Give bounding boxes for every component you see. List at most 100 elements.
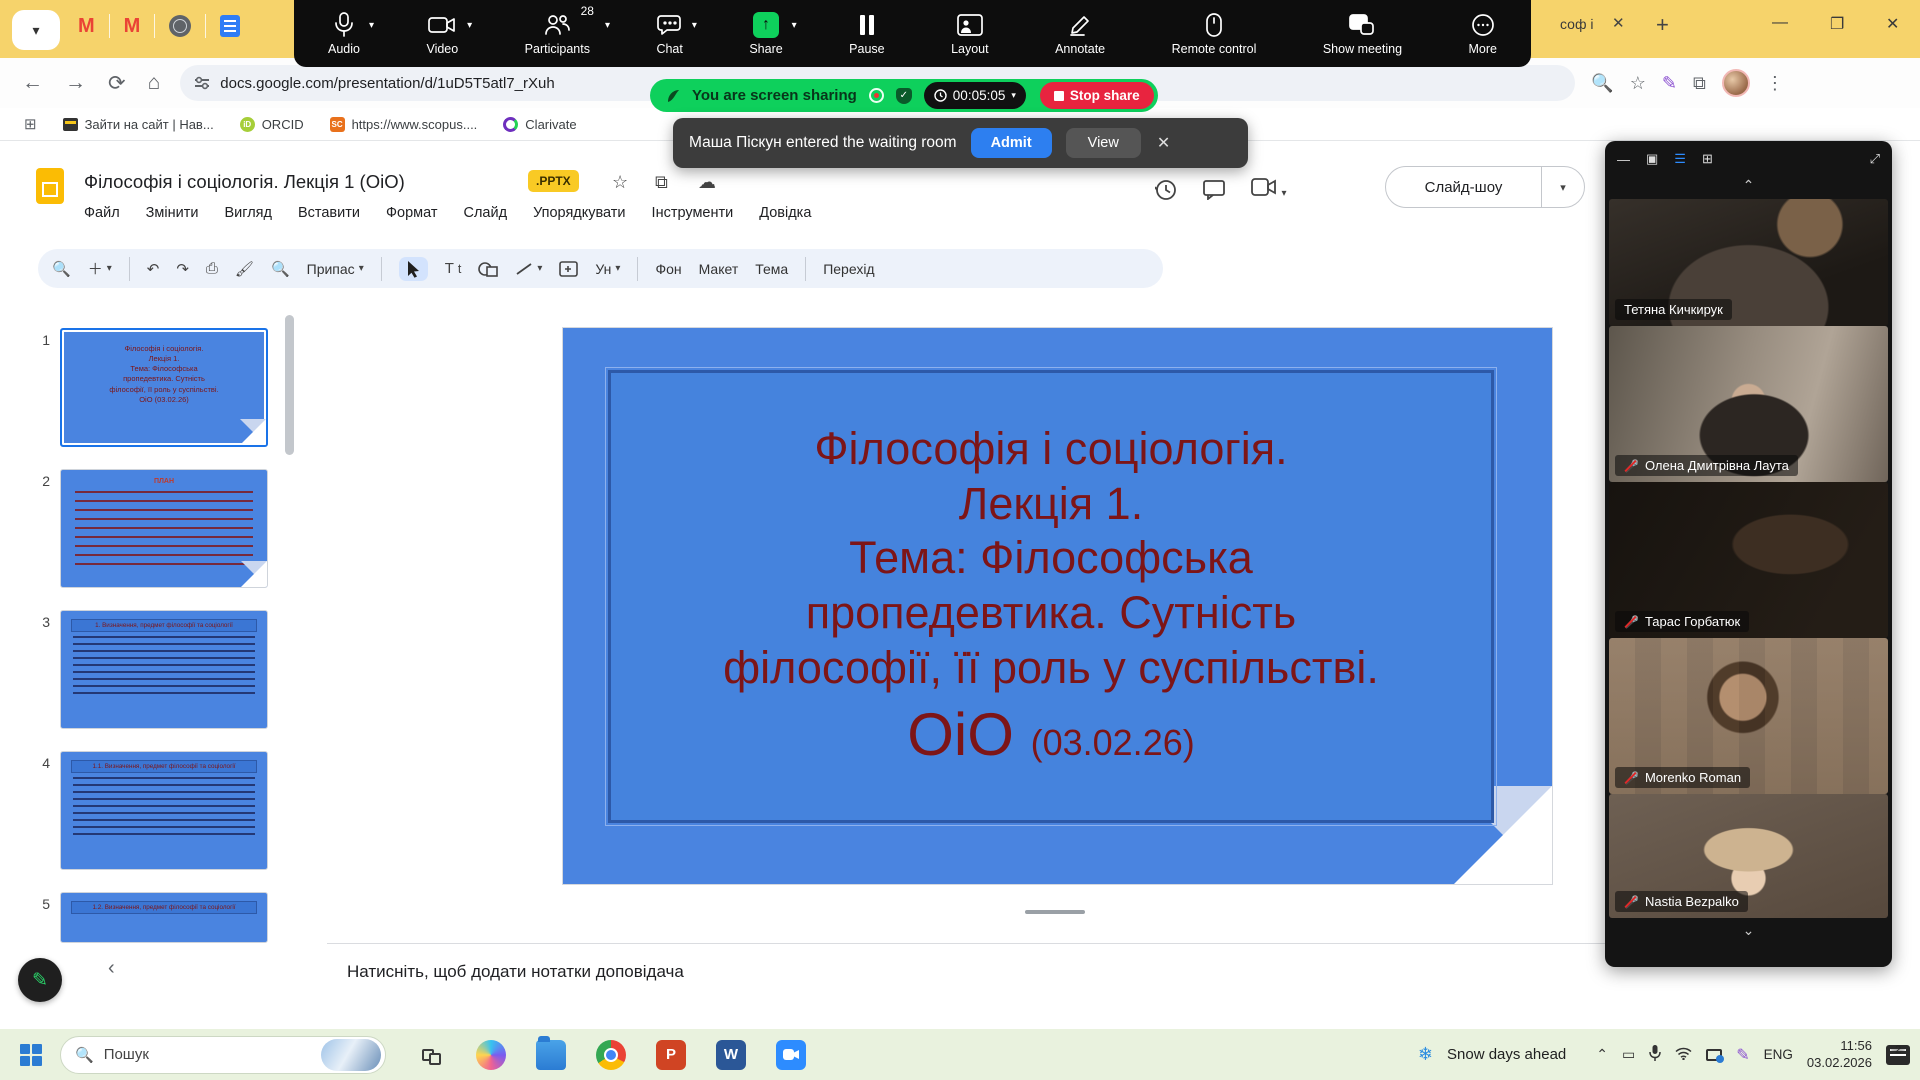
speaker-notes-bar[interactable]: Натисніть, щоб додати нотатки доповідача (327, 943, 1797, 999)
home-icon[interactable]: ⌂ (148, 71, 161, 95)
menu-view[interactable]: Вигляд (224, 205, 272, 221)
chevron-down-icon[interactable]: ▾ (792, 20, 797, 31)
slide-thumbnail-5[interactable]: 1.2. Визначення, предмет філософії та со… (60, 892, 268, 943)
window-close-button[interactable]: ✕ (1886, 14, 1899, 34)
participant-video[interactable]: Тетяна Кичкирук (1609, 199, 1888, 326)
window-maximize-button[interactable]: ❐ (1830, 14, 1844, 34)
start-button[interactable] (20, 1044, 42, 1066)
zoom-more-button[interactable]: More (1469, 12, 1497, 56)
version-history-icon[interactable] (1155, 179, 1177, 201)
back-icon[interactable]: ← (22, 71, 43, 95)
new-slide-button[interactable]: ＋▾ (88, 258, 112, 279)
tray-chevron-up-icon[interactable]: ⌃ (1596, 1046, 1608, 1063)
gmail-tab-icon[interactable]: M (78, 15, 95, 38)
notification-center-icon[interactable]: 2 (1886, 1045, 1910, 1065)
tab-close-icon[interactable]: ✕ (1612, 14, 1625, 32)
expand-panel-icon[interactable]: ⤢ (1870, 151, 1880, 167)
transition-button[interactable]: Перехід (823, 261, 874, 277)
stop-share-button[interactable]: Stop share (1040, 82, 1154, 109)
search-menus-icon[interactable]: 🔍 (52, 260, 71, 278)
document-title[interactable]: Філософія і соціологія. Лекція 1 (ОіО) (84, 171, 405, 193)
font-tool-dropdown[interactable]: Ун▾ (595, 261, 620, 277)
new-tab-button[interactable]: + (1656, 12, 1669, 38)
slide-thumbnail-3[interactable]: 1. Визначення, предмет філософії та соці… (60, 610, 268, 729)
menu-arrange[interactable]: Упорядкувати (533, 205, 625, 221)
feather-pen-icon[interactable]: ✎ (1736, 1045, 1749, 1065)
slide-thumbnail-2[interactable]: ПЛАН (60, 469, 268, 588)
layout-button[interactable]: Макет (699, 261, 739, 277)
zoom-fit-dropdown[interactable]: Припас▾ (307, 261, 364, 277)
chevron-down-icon[interactable]: ▾ (1281, 188, 1286, 199)
zoom-show-meeting-button[interactable]: Show meeting (1323, 12, 1402, 56)
active-tab-title[interactable]: соф і (1560, 16, 1593, 32)
zoom-page-icon[interactable]: 🔍 (1591, 73, 1613, 94)
browser-menu-icon[interactable]: ⋮ (1766, 73, 1784, 94)
menu-slide[interactable]: Слайд (464, 205, 508, 221)
menu-help[interactable]: Довідка (759, 205, 811, 221)
menu-tools[interactable]: Інструменти (652, 205, 734, 221)
admit-button[interactable]: Admit (971, 128, 1052, 158)
docs-tab-icon[interactable] (220, 15, 240, 37)
zoom-layout-button[interactable]: Layout (951, 12, 989, 56)
powerpoint-icon[interactable]: P (656, 1040, 686, 1070)
bookmark-clarivate[interactable]: Clarivate (503, 117, 576, 132)
comments-icon[interactable] (1203, 180, 1225, 200)
slide-canvas[interactable]: Філософія і соціологія. Лекція 1. Тема: … (563, 328, 1552, 884)
clock[interactable]: 11:56 03.02.2026 (1807, 1038, 1872, 1071)
zoom-participants-button[interactable]: 28 ▾ Participants (525, 12, 590, 56)
text-box-icon[interactable]: Tt (445, 260, 462, 277)
weather-text[interactable]: Snow days ahead (1447, 1046, 1566, 1063)
collapse-filmstrip-icon[interactable]: ‹ (108, 957, 115, 980)
chrome-icon[interactable] (596, 1040, 626, 1070)
slide-thumbnail-4[interactable]: 1.1. Визначення, предмет філософії та со… (60, 751, 268, 870)
participant-video[interactable]: 🎤 Олена Дмитрівна Лаута (1609, 326, 1888, 482)
zoom-video-button[interactable]: ▾ Video (426, 12, 458, 56)
file-explorer-icon[interactable] (536, 1040, 566, 1070)
participant-video[interactable]: 🎤 Тарас Горбатюк (1609, 482, 1888, 638)
wifi-icon[interactable] (1675, 1047, 1692, 1063)
zoom-audio-button[interactable]: ▾ Audio (328, 12, 360, 56)
insert-image-icon[interactable] (559, 261, 578, 277)
extensions-puzzle-icon[interactable]: ⧉ (1693, 73, 1706, 94)
background-button[interactable]: Фон (655, 261, 681, 277)
search-highlight-image[interactable] (321, 1039, 381, 1071)
scroll-up-icon[interactable]: ⌃ (1605, 177, 1892, 199)
zoom-remote-control-button[interactable]: Remote control (1172, 12, 1257, 56)
site-settings-icon[interactable] (194, 76, 210, 90)
window-minimize-button[interactable]: — (1772, 14, 1788, 32)
cast-screen-icon[interactable] (1706, 1049, 1722, 1061)
shape-icon[interactable] (478, 261, 498, 277)
snowflake-weather-icon[interactable]: ❄ (1418, 1044, 1433, 1065)
chevron-down-icon[interactable]: ▾ (1542, 181, 1584, 194)
undo-icon[interactable]: ↶ (147, 260, 160, 278)
profile-avatar[interactable] (1722, 69, 1750, 97)
filmstrip-scrollbar[interactable] (285, 315, 294, 455)
bookmark-star-icon[interactable]: ☆ (1630, 73, 1646, 94)
speaker-view-icon[interactable]: ▣ (1646, 151, 1658, 167)
reload-icon[interactable]: ⟳ (108, 71, 126, 96)
zoom-app-icon[interactable] (776, 1040, 806, 1070)
minimize-panel-icon[interactable]: — (1617, 152, 1630, 167)
tab-search-button[interactable]: ▾ (12, 10, 60, 50)
taskbar-search[interactable]: 🔍 Пошук (60, 1036, 386, 1074)
word-icon[interactable]: W (716, 1040, 746, 1070)
scroll-down-icon[interactable]: ⌄ (1605, 922, 1892, 944)
grid-view-icon[interactable]: ⊞ (1702, 151, 1713, 167)
security-shield-icon[interactable]: ✓ (896, 88, 912, 104)
move-folder-icon[interactable]: ⧉ (655, 172, 668, 193)
participant-video[interactable]: 🎤 Morenko Roman (1609, 638, 1888, 794)
slideshow-button[interactable]: Слайд-шоу ▾ (1385, 166, 1585, 208)
battery-icon[interactable]: ▭ (1622, 1046, 1635, 1063)
cloud-status-icon[interactable]: ☁ (698, 172, 716, 193)
participant-video[interactable]: 🎤 Nastia Bezpalko (1609, 794, 1888, 918)
globe-tab-icon[interactable] (169, 15, 191, 37)
menu-format[interactable]: Формат (386, 205, 438, 221)
pen-extension-icon[interactable]: ✎ (1662, 73, 1677, 94)
bookmark-scopus[interactable]: SC https://www.scopus.... (330, 117, 478, 132)
chevron-down-icon[interactable]: ▾ (605, 20, 610, 31)
zoom-share-button[interactable]: ↑ ▾ Share (749, 12, 782, 56)
redo-icon[interactable]: ↷ (176, 260, 189, 278)
slide-thumbnail-1[interactable]: Філософія і соціологія.Лекція 1. Тема: Ф… (60, 328, 268, 447)
zoom-chat-button[interactable]: ▾ Chat (656, 12, 682, 56)
zoom-in-icon[interactable]: 🔍 (271, 260, 290, 278)
